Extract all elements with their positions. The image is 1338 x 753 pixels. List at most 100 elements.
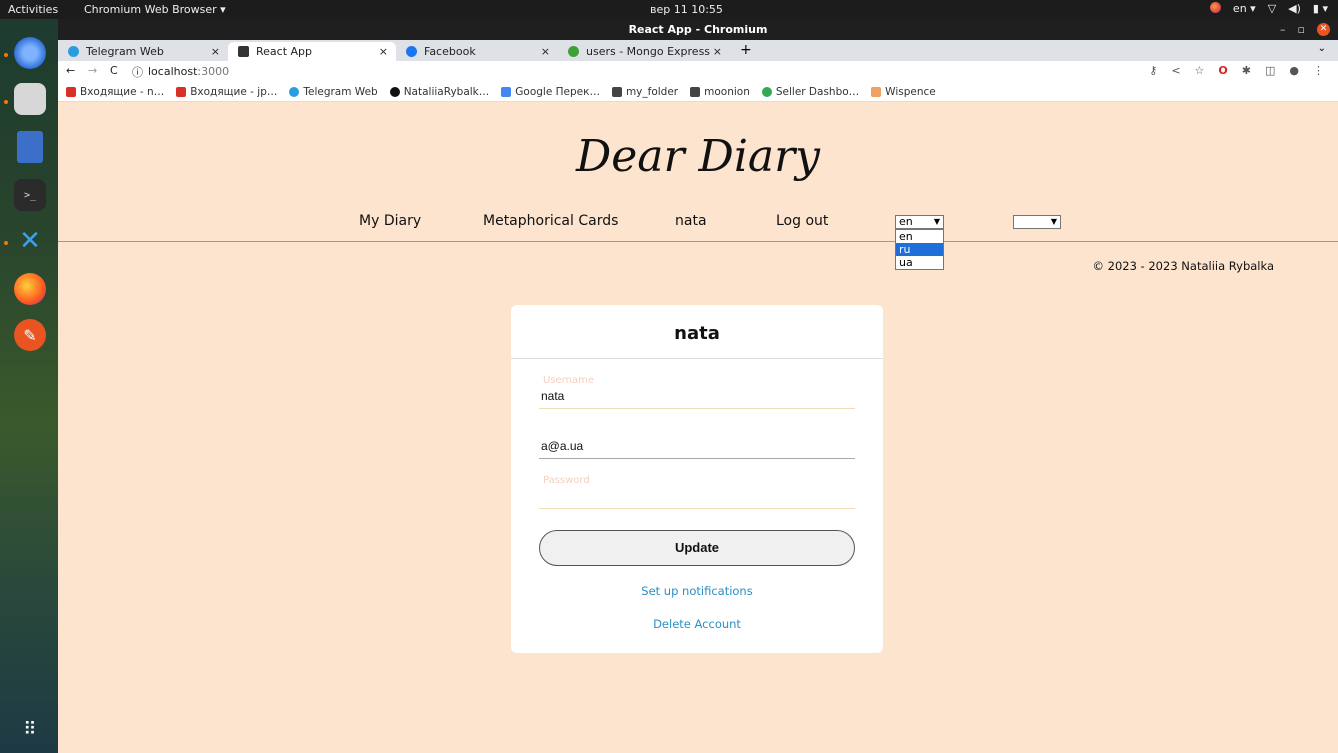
bookmark-item[interactable]: NataliiaRybalk… bbox=[389, 85, 490, 98]
firefox-icon[interactable] bbox=[14, 273, 46, 305]
google-translate-icon bbox=[501, 86, 512, 97]
vscode-icon[interactable]: ✕ bbox=[14, 225, 46, 257]
language-option-ua[interactable]: ua bbox=[896, 256, 943, 269]
copyright: © 2023 - 2023 Nataliia Rybalka bbox=[1092, 259, 1274, 273]
nav-user[interactable]: nata bbox=[675, 213, 707, 229]
bookmark-label: Telegram Web bbox=[303, 85, 378, 98]
system-tray[interactable]: en ▾ ▽ ◀) ▮ ▾ bbox=[1209, 2, 1328, 15]
bookmark-item[interactable]: Google Перек… bbox=[501, 86, 600, 98]
nav-my-diary[interactable]: My Diary bbox=[359, 213, 421, 229]
bookmark-label: moonion bbox=[704, 85, 750, 98]
side-panel-icon[interactable]: ◫ bbox=[1265, 64, 1275, 77]
keyboard-language[interactable]: en ▾ bbox=[1233, 2, 1256, 15]
writer-icon[interactable] bbox=[17, 131, 43, 163]
tab-facebook[interactable]: Facebook × bbox=[396, 42, 558, 61]
seller-dashboard-icon bbox=[761, 86, 772, 97]
tab-close-icon[interactable]: × bbox=[541, 42, 550, 61]
browser-window: React App - Chromium – ▫ ✕ Telegram Web … bbox=[58, 19, 1338, 753]
secondary-select[interactable]: ▼ bbox=[1013, 215, 1061, 229]
url-port: :3000 bbox=[197, 65, 230, 78]
language-option-ru[interactable]: ru bbox=[896, 243, 943, 256]
bookmark-label: Seller Dashbo… bbox=[775, 85, 860, 98]
window-title: React App - Chromium bbox=[628, 23, 768, 36]
header-divider bbox=[58, 241, 1338, 242]
files-icon[interactable] bbox=[14, 83, 46, 115]
tab-close-icon[interactable]: × bbox=[211, 42, 220, 61]
tab-label: users - Mongo Express bbox=[586, 45, 711, 58]
menu-icon[interactable]: ⋮ bbox=[1313, 64, 1324, 77]
tab-mongo-express[interactable]: users - Mongo Express × bbox=[558, 42, 730, 61]
close-icon[interactable]: ✕ bbox=[1317, 23, 1330, 36]
tab-search-icon[interactable]: ⌄ bbox=[1318, 43, 1326, 54]
info-icon[interactable]: ⓘ bbox=[132, 64, 143, 80]
apps-grid-icon[interactable]: ⠿ bbox=[14, 713, 46, 745]
bookmark-item[interactable]: Telegram Web bbox=[289, 85, 378, 98]
gmail-icon bbox=[176, 86, 187, 97]
key-icon[interactable]: ⚷ bbox=[1149, 64, 1157, 77]
firefox-tray-icon bbox=[1209, 2, 1221, 13]
language-dropdown-list: en ru ua bbox=[895, 229, 944, 270]
editor-icon[interactable]: ✎ bbox=[14, 319, 46, 351]
forward-icon[interactable]: → bbox=[88, 64, 97, 77]
app-menu[interactable]: Chromium Web Browser ▾ bbox=[84, 3, 226, 16]
battery-icon: ▮ ▾ bbox=[1312, 2, 1328, 15]
bookmark-label: NataliiaRybalk… bbox=[403, 85, 490, 98]
bookmark-item[interactable]: Входящие - n… bbox=[66, 86, 164, 98]
maximize-icon[interactable]: ▫ bbox=[1298, 19, 1305, 40]
tab-close-icon[interactable]: × bbox=[713, 42, 722, 61]
dock: >_ ✕ ✎ ⠿ bbox=[0, 19, 58, 753]
terminal-icon[interactable]: >_ bbox=[14, 179, 46, 211]
chevron-down-icon: ▼ bbox=[933, 217, 940, 226]
tab-close-icon[interactable]: × bbox=[379, 42, 388, 61]
extensions-icon[interactable]: ✱ bbox=[1242, 64, 1251, 77]
minimize-icon[interactable]: – bbox=[1280, 19, 1286, 40]
bookmark-item[interactable]: moonion bbox=[690, 86, 750, 98]
site-logo[interactable]: Dear Diary bbox=[58, 131, 1338, 182]
username-field[interactable]: Username nata bbox=[539, 373, 855, 409]
language-option-en[interactable]: en bbox=[896, 230, 943, 243]
bookmark-label: my_folder bbox=[625, 85, 679, 98]
opera-extension-icon[interactable]: O bbox=[1218, 64, 1227, 77]
window-controls: – ▫ ✕ bbox=[1280, 19, 1330, 40]
url-field[interactable]: localhost:3000 bbox=[148, 65, 229, 78]
running-indicator bbox=[4, 53, 8, 57]
profile-icon[interactable]: ● bbox=[1289, 64, 1299, 77]
clock[interactable]: вер 11 10:55 bbox=[650, 3, 723, 16]
reload-icon[interactable]: C bbox=[110, 64, 118, 77]
back-icon[interactable]: ← bbox=[66, 64, 75, 77]
tab-react-app[interactable]: React App × bbox=[228, 42, 396, 61]
card-title: nata bbox=[511, 305, 883, 359]
network-icon: ▽ bbox=[1267, 2, 1277, 15]
delete-account-link[interactable]: Delete Account bbox=[511, 617, 883, 631]
password-field[interactable]: Password bbox=[539, 473, 855, 509]
new-tab-button[interactable]: + bbox=[740, 42, 752, 58]
telegram-icon bbox=[289, 86, 300, 97]
tab-label: React App bbox=[256, 45, 313, 58]
email-value: a@a.ua bbox=[541, 439, 584, 453]
activities-button[interactable]: Activities bbox=[8, 3, 58, 16]
tab-telegram[interactable]: Telegram Web × bbox=[58, 42, 228, 61]
update-button[interactable]: Update bbox=[539, 530, 855, 566]
bookmark-item[interactable]: Seller Dashbo… bbox=[761, 85, 860, 98]
bookmark-label: Входящие - n… bbox=[80, 85, 165, 98]
share-icon[interactable]: < bbox=[1171, 64, 1180, 77]
email-field[interactable]: a@a.ua bbox=[539, 423, 855, 459]
nav-logout[interactable]: Log out bbox=[776, 213, 828, 229]
gmail-icon bbox=[66, 86, 76, 97]
notifications-link[interactable]: Set up notifications bbox=[511, 584, 883, 598]
mongo-icon bbox=[568, 46, 579, 57]
volume-icon: ◀) bbox=[1288, 2, 1301, 15]
nav-metaphorical-cards[interactable]: Metaphorical Cards bbox=[483, 213, 618, 229]
url-host: localhost bbox=[148, 65, 198, 78]
language-select-value: en bbox=[899, 215, 913, 228]
react-app-icon bbox=[238, 46, 249, 57]
bookmark-item[interactable]: Wispence bbox=[871, 86, 936, 98]
telegram-icon bbox=[68, 46, 79, 57]
facebook-icon bbox=[406, 46, 417, 57]
bookmark-label: Google Перек… bbox=[515, 85, 600, 98]
chromium-icon[interactable] bbox=[14, 37, 46, 69]
language-select[interactable]: en ▼ bbox=[895, 215, 944, 229]
bookmark-item[interactable]: Входящие - jp… bbox=[176, 86, 277, 98]
star-icon[interactable]: ☆ bbox=[1195, 64, 1205, 77]
bookmark-item[interactable]: my_folder bbox=[611, 85, 679, 98]
